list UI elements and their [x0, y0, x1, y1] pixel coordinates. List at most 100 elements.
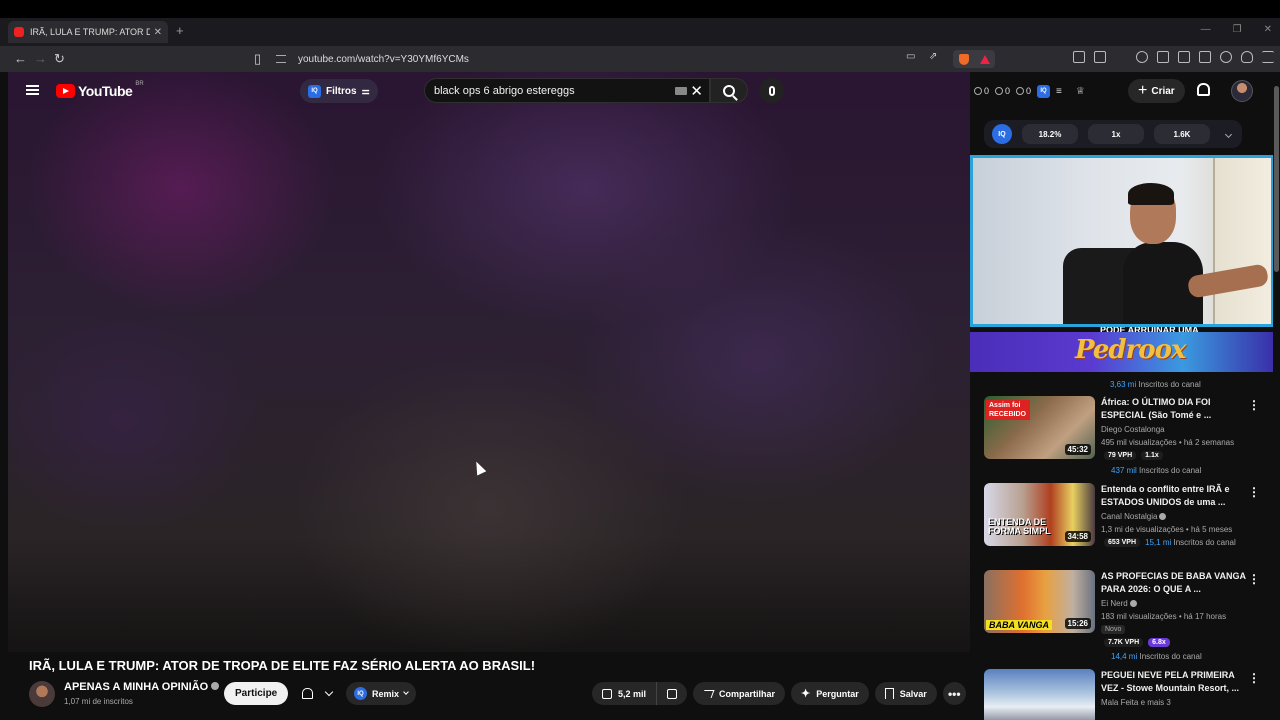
channel-text: Ei Nerd [1101, 599, 1128, 608]
iq-icon[interactable]: IQ [992, 124, 1012, 144]
search-text: black ops 6 abrigo estereggs [434, 84, 575, 97]
voice-search-button[interactable] [759, 78, 784, 103]
video-thumbnail[interactable]: Assim foi RECEBIDO 45:32 [984, 396, 1095, 459]
letterbox [0, 0, 1280, 18]
thumbs-down-icon [667, 688, 678, 699]
verified-icon [211, 682, 220, 690]
recommendation-title[interactable]: África: O ÚLTIMO DIA FOI ESPECIAL (São T… [1101, 396, 1249, 422]
close-window-button[interactable]: ✕ [1264, 24, 1272, 35]
video-thumbnail[interactable] [984, 669, 1095, 720]
channel-avatar[interactable] [29, 681, 55, 707]
minimize-button[interactable]: — [1201, 24, 1211, 35]
header-extension-counters: 0 0 0 IQ ≡ ♕ [974, 80, 1085, 102]
vpn-icon[interactable] [1241, 51, 1253, 63]
youtube-header: YouTube BR IQ Filtros ⚌ black ops 6 abri… [8, 72, 1272, 112]
brave-shields-badge[interactable] [953, 50, 995, 68]
recommendation-channel[interactable]: Mala Feita e mais 3 [1101, 698, 1171, 707]
video-thumbnail[interactable]: BABA VANGA 15:26 [984, 570, 1095, 633]
stat-pill: 18.2% [1022, 124, 1078, 144]
keyboard-icon[interactable] [675, 87, 687, 95]
video-player[interactable] [8, 72, 970, 652]
sidebar-icon[interactable] [1157, 51, 1169, 63]
trophy-icon[interactable]: ♕ [1076, 86, 1085, 97]
chevron-down-icon[interactable] [1224, 130, 1233, 138]
recommendation-meta: 183 mil visualizações • há 17 horas [1101, 612, 1227, 621]
ask-button[interactable]: ✦ Perguntar [791, 682, 869, 705]
channel-subscribers: 14,4 mi Inscritos do canal [1111, 652, 1202, 661]
notifications-bell-icon[interactable] [1197, 83, 1210, 96]
eye-icon [1016, 87, 1025, 95]
screenshot-icon[interactable] [1178, 51, 1190, 63]
search-button[interactable] [710, 78, 748, 103]
brave-rewards-icon [979, 54, 990, 64]
tab-close-icon[interactable]: ✕ [154, 27, 162, 38]
more-options-icon[interactable]: ⋮ [1248, 398, 1260, 412]
video-thumbnail[interactable]: ENTENDA DE FORMA SIMPL 34:58 [984, 483, 1095, 546]
recommendation-title[interactable]: Entenda o conflito entre IRÃ e ESTADOS U… [1101, 483, 1249, 509]
recommendation-item[interactable]: PEGUEI NEVE PELA PRIMEIRA VEZ - Stowe Mo… [984, 669, 1272, 720]
recommendation-item[interactable]: Assim foi RECEBIDO 45:32 África: O ÚLTIM… [984, 396, 1272, 476]
wallet-icon[interactable] [1199, 51, 1211, 63]
browser-tab[interactable]: IRÃ, LULA E TRUMP: ATOR DE TR ✕ [8, 21, 168, 43]
sliders-icon: ⚌ [361, 85, 370, 96]
filtros-button[interactable]: IQ Filtros ⚌ [300, 79, 378, 103]
share-button[interactable]: Compartilhar [693, 682, 786, 705]
webcam-person-hair [1128, 183, 1174, 205]
subs-count: 14,4 mi [1111, 652, 1138, 661]
recommendation-title[interactable]: AS PROFECIAS DE BABA VANGA PARA 2026: O … [1101, 570, 1249, 596]
address-bar[interactable]: youtube.com/watch?v=Y30YMf6YCMs [276, 49, 996, 69]
scrollbar-thumb[interactable] [1274, 86, 1279, 272]
iq-icon[interactable]: IQ [1037, 84, 1051, 98]
recommendation-channel[interactable]: Ei Nerd [1101, 599, 1137, 608]
recommendation-item[interactable]: BABA VANGA 15:26 AS PROFECIAS DE BABA VA… [984, 570, 1272, 661]
hamburger-menu-icon[interactable] [26, 85, 39, 95]
clock-icon [974, 87, 982, 95]
new-tab-button[interactable]: + [176, 23, 184, 38]
youtube-favicon-icon [14, 27, 24, 37]
remix-label: Remix [372, 688, 400, 699]
maximize-button[interactable]: ❐ [1233, 24, 1242, 35]
recommendation-channel[interactable]: Canal Nostalgia [1101, 512, 1167, 521]
more-options-icon[interactable]: ⋮ [1248, 572, 1260, 586]
youtube-logo[interactable]: YouTube BR [56, 81, 144, 99]
more-options-icon[interactable]: ⋮ [1248, 485, 1260, 499]
like-button[interactable]: 5,2 mil [592, 682, 658, 705]
recommendation-item[interactable]: ENTENDA DE FORMA SIMPL 34:58 Entenda o c… [984, 483, 1272, 563]
streamer-logo: Pedroox [1075, 335, 1186, 365]
dislike-button[interactable] [657, 682, 687, 705]
extension-icon[interactable] [1073, 51, 1085, 63]
bookmark-icon[interactable]: ▯ [254, 51, 261, 67]
leo-icon[interactable] [1220, 51, 1232, 63]
share-page-icon[interactable]: ⇗ [929, 51, 937, 62]
bell-icon [301, 688, 313, 699]
remix-button[interactable]: IQ Remix [346, 682, 417, 705]
list-icon[interactable]: ≡ [1056, 86, 1062, 97]
stat-pill: 1.6K [1154, 124, 1210, 144]
join-button[interactable]: Participe [224, 682, 289, 705]
notification-settings-button[interactable] [295, 682, 339, 705]
cast-icon[interactable]: ▭ [906, 51, 915, 62]
save-button[interactable]: Salvar [874, 682, 937, 705]
clear-search-icon[interactable]: ✕ [690, 82, 703, 100]
forward-button[interactable]: → [34, 51, 47, 66]
back-button[interactable]: ← [14, 51, 27, 66]
menu-icon[interactable] [1262, 51, 1274, 63]
site-settings-icon[interactable] [276, 55, 286, 63]
iq-icon: IQ [354, 687, 367, 700]
search-input[interactable]: black ops 6 abrigo estereggs ✕ [424, 78, 710, 103]
video-title: IRÃ, LULA E TRUMP: ATOR DE TROPA DE ELIT… [29, 658, 536, 673]
create-button[interactable]: + Criar [1128, 79, 1185, 103]
recommendation-title[interactable]: PEGUEI NEVE PELA PRIMEIRA VEZ - Stowe Mo… [1101, 669, 1249, 695]
channel-name[interactable]: APENAS A MINHA OPINIÃO [64, 681, 220, 693]
more-actions-button[interactable]: ••• [942, 682, 966, 705]
reload-button[interactable]: ↻ [54, 51, 65, 67]
account-avatar[interactable] [1231, 80, 1253, 102]
page-scrollbar[interactable] [1273, 72, 1280, 720]
more-options-icon[interactable]: ⋮ [1248, 671, 1260, 685]
recommendation-channel[interactable]: Diego Costalonga [1101, 425, 1165, 434]
extension-icon[interactable] [1094, 51, 1106, 63]
chevron-down-icon [403, 689, 409, 695]
music-icon[interactable] [1136, 51, 1148, 63]
counter-value: 0 [1026, 86, 1032, 96]
channel-text: Canal Nostalgia [1101, 512, 1158, 521]
